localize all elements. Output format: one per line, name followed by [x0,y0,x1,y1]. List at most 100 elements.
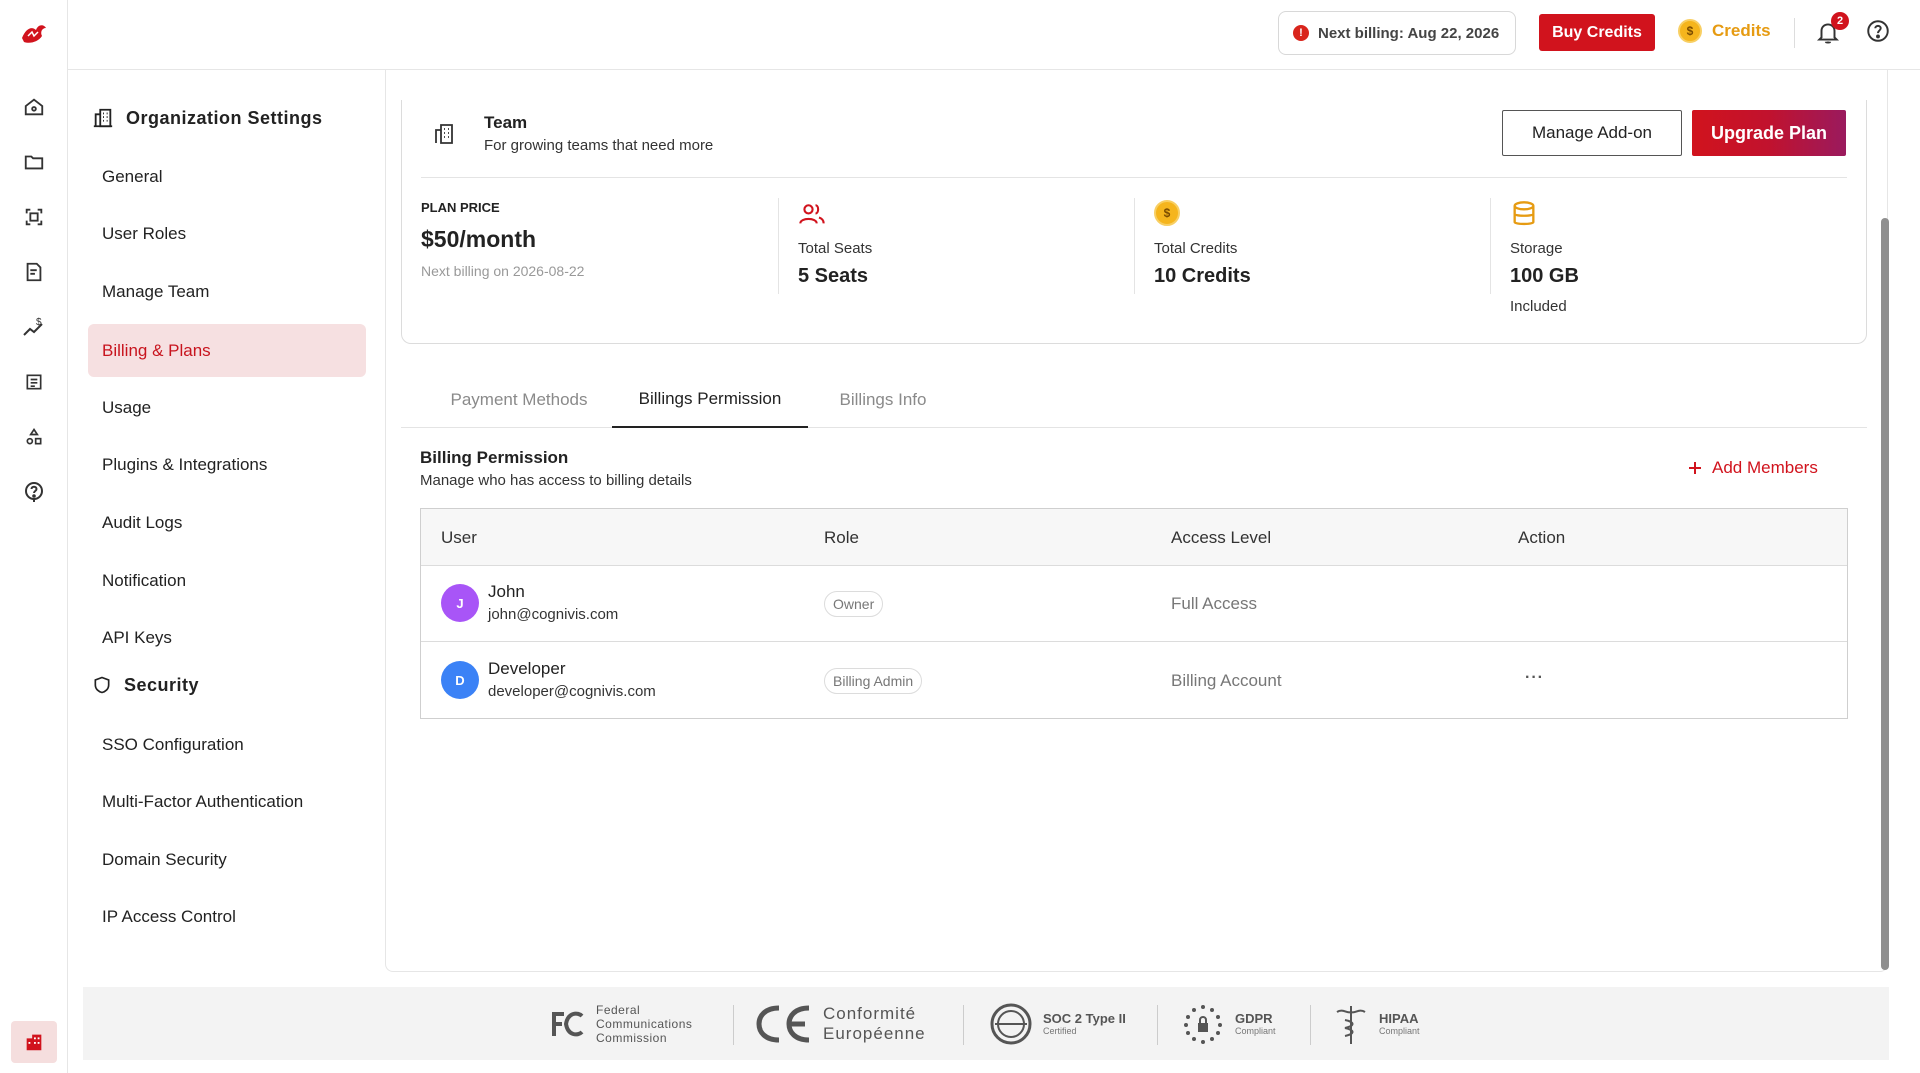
fcc-badge: Federal Communications Commission [548,987,692,1060]
sidebar-item-label: Notification [102,570,187,590]
sidebar-item-notification[interactable]: Notification [88,554,366,607]
add-members-label: Add Members [1712,458,1818,477]
coin-icon: $ [1154,200,1182,228]
plan-building-icon [432,122,460,150]
seats-label: Total Seats [798,240,873,257]
settings-sidebar: Organization Settings General User Roles… [68,70,378,1073]
footer-divider [963,1005,964,1045]
organization-button[interactable] [11,1021,57,1063]
folder-icon[interactable] [20,148,48,176]
next-billing-notice[interactable]: ! Next billing: Aug 22, 2026 [1278,11,1516,55]
billing-tabs: Payment Methods Billings Permission Bill… [401,372,1867,428]
sidebar-item-ip-access-control[interactable]: IP Access Control [88,890,366,943]
fcc-line: Commission [596,1030,668,1045]
tab-billings-info[interactable]: Billings Info [808,372,958,428]
footer-divider [1157,1005,1158,1045]
document-edit-icon[interactable] [20,258,48,286]
notification-badge: 2 [1831,12,1849,30]
help-button[interactable] [1865,18,1893,46]
sidebar-item-label: General [102,166,163,186]
question-icon [1867,20,1889,42]
sidebar-item-general[interactable]: General [88,150,366,203]
sidebar-item-billing-plans[interactable]: Billing & Plans [88,324,366,377]
manage-addon-button[interactable]: Manage Add-on [1502,110,1682,156]
sidebar-item-label: Usage [102,397,152,417]
sidebar-item-audit-logs[interactable]: Audit Logs [88,496,366,549]
scan-icon[interactable] [20,203,48,231]
sidebar-item-usage[interactable]: Usage [88,381,366,434]
table-row: D Developer developer@cognivis.com Billi… [421,643,1847,719]
fcc-line: Communications [596,1016,693,1031]
column-header-user: User [441,527,477,547]
aicpa-soc-icon [990,1003,1032,1044]
stat-total-credits: $ Total Credits 10 Credits [1154,200,1251,288]
help-icon[interactable] [20,478,48,506]
hipaa-title: HIPAA [1379,1010,1419,1026]
sidebar-item-manage-team[interactable]: Manage Team [88,265,366,318]
shield-icon [94,676,110,694]
sidebar-item-label: User Roles [102,223,187,243]
sidebar-item-plugins-integrations[interactable]: Plugins & Integrations [88,438,366,491]
brand-logo[interactable] [18,18,50,50]
sidebar-item-label: Multi-Factor Authentication [102,791,304,811]
topbar-divider [1794,18,1795,48]
shapes-icon[interactable] [20,423,48,451]
svg-text:$: $ [36,317,42,328]
buy-credits-button[interactable]: Buy Credits [1539,14,1655,51]
gdpr-sub: Compliant [1235,1025,1276,1036]
stat-divider [778,198,779,294]
user-email: john@cognivis.com [488,606,619,623]
scrollbar[interactable] [1881,218,1889,970]
upgrade-plan-button[interactable]: Upgrade Plan [1692,110,1846,156]
users-icon [798,200,826,228]
soc-title: SOC 2 Type II [1043,1010,1126,1026]
credits-stat-value: 10 Credits [1154,265,1251,287]
plan-next-billing: Next billing on 2026-08-22 [421,263,585,279]
column-header-role: Role [824,527,859,547]
avatar: D [441,661,479,699]
notification-button[interactable]: 2 [1815,12,1849,48]
plan-price: $50/month [421,226,537,252]
tab-payment-methods[interactable]: Payment Methods [421,372,617,428]
column-header-access-level: Access Level [1171,527,1272,547]
role-badge: Owner [824,591,884,617]
sidebar-item-domain-security[interactable]: Domain Security [88,833,366,886]
sidebar-item-sso-configuration[interactable]: SSO Configuration [88,718,366,771]
billing-trend-icon[interactable]: $ [20,313,48,341]
home-icon[interactable] [20,93,48,121]
icon-rail: $ [0,0,68,1073]
sidebar-item-label: SSO Configuration [102,734,244,754]
column-header-action: Action [1518,527,1566,547]
ce-line: Conformité [823,1003,917,1023]
credits-link[interactable]: $ Credits [1678,19,1771,43]
hipaa-badge: HIPAA Compliant [1333,987,1420,1060]
tab-billings-permission[interactable]: Billings Permission [612,372,808,428]
footer-divider [1310,1005,1311,1045]
storage-value: 100 GB [1510,265,1579,287]
stat-storage: Storage 100 GB Included [1510,200,1579,315]
role-badge: Billing Admin [824,668,923,694]
gdpr-title: GDPR [1235,1010,1273,1026]
building-icon [26,1034,42,1051]
soc-sub: Certified [1043,1025,1077,1036]
fcc-line: Federal [596,1002,641,1017]
security-heading: Security [92,674,199,696]
org-settings-title: Organization Settings [126,107,323,128]
sidebar-item-user-roles[interactable]: User Roles [88,207,366,260]
gdpr-stars-icon [1184,1004,1222,1044]
stat-divider [1490,198,1491,294]
credits-label: Credits [1712,21,1771,40]
sidebar-item-label: Plugins & Integrations [102,454,268,474]
more-actions-button[interactable]: ··· [1525,669,1544,687]
sidebar-item-api-keys[interactable]: API Keys [88,611,366,664]
grid-icon[interactable] [20,368,48,396]
permission-subtitle: Manage who has access to billing details [420,472,692,489]
sidebar-item-label: Domain Security [102,849,227,869]
credits-stat-label: Total Credits [1154,240,1238,257]
info-icon: ! [1293,25,1309,41]
plan-description: For growing teams that need more [484,137,714,154]
add-members-button[interactable]: Add Members [1688,458,1818,478]
sidebar-item-mfa[interactable]: Multi-Factor Authentication [88,775,366,828]
avatar: J [441,584,479,622]
seats-value: 5 Seats [798,265,869,287]
